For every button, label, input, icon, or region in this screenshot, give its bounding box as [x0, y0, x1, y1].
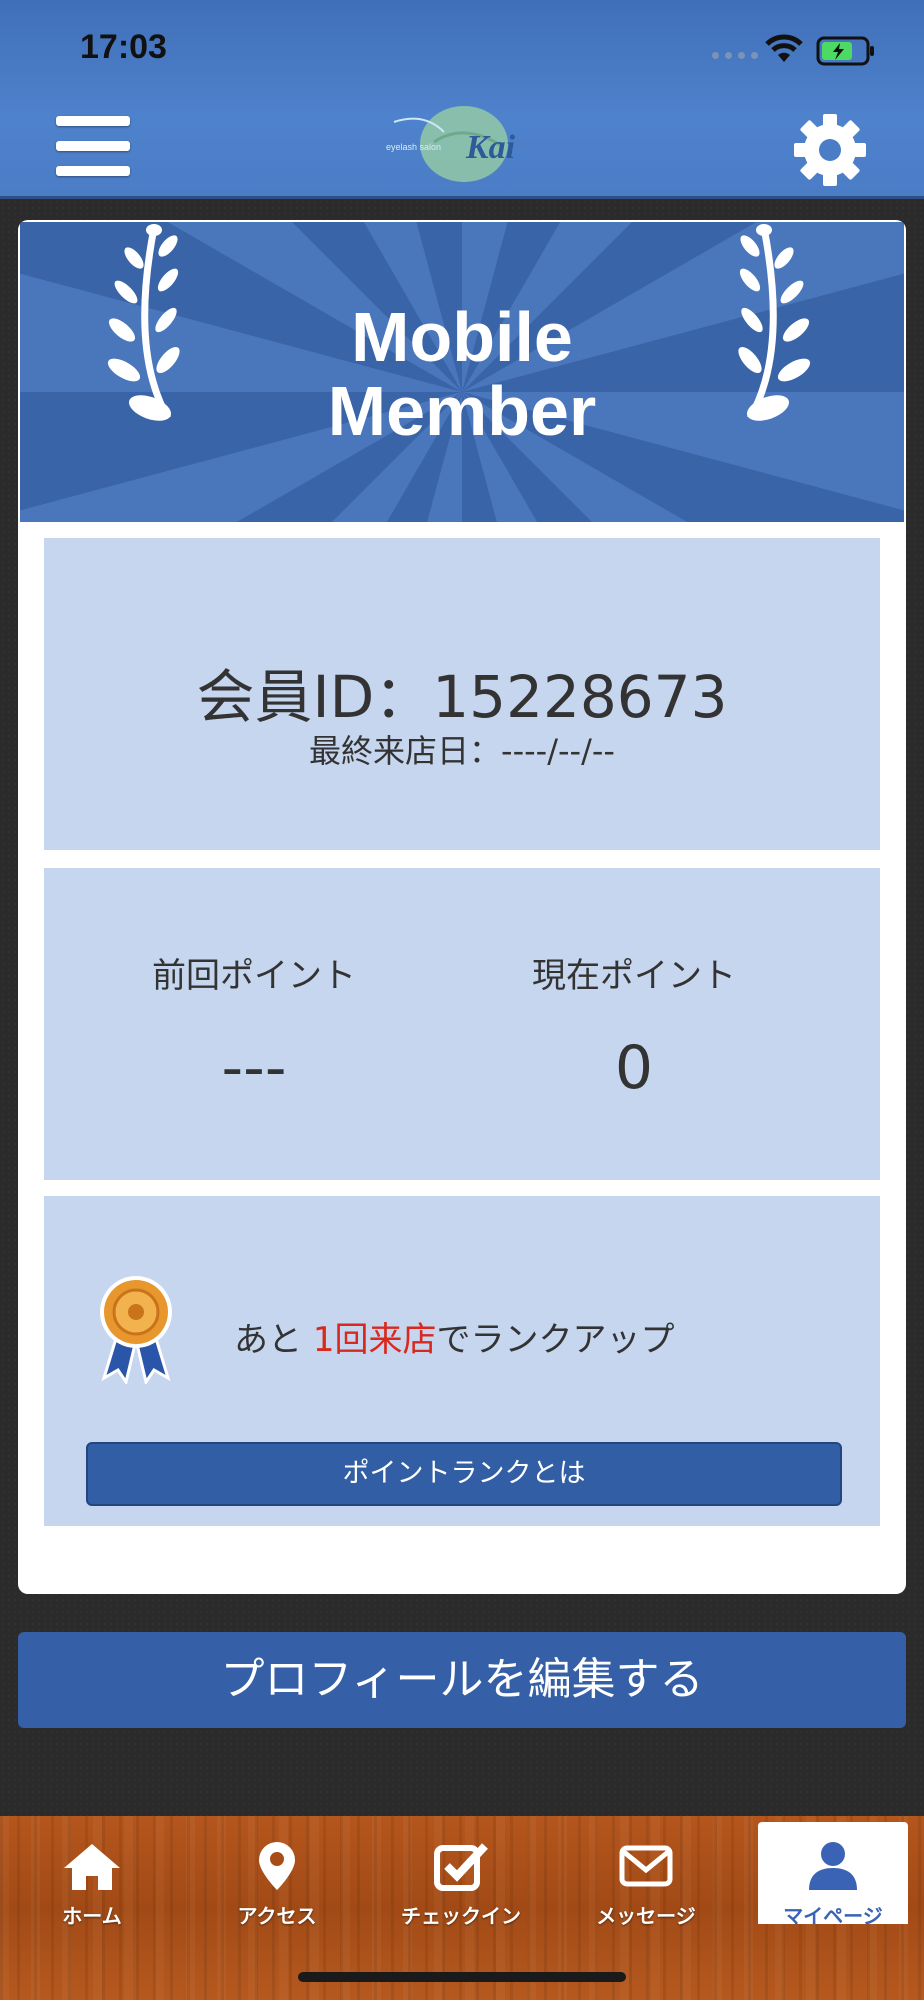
current-points: 現在ポイント 0: [444, 948, 824, 1103]
current-points-value: 0: [614, 1033, 654, 1103]
mobile-member-banner: Mobile Member: [20, 222, 904, 522]
tab-home[interactable]: ホーム: [17, 1822, 167, 1942]
battery-icon: [816, 36, 874, 66]
tab-mypage-label: マイページ: [783, 1904, 883, 1928]
map-pin-icon: [259, 1842, 295, 1890]
home-indicator: [298, 1972, 626, 1982]
hamburger-menu-icon[interactable]: [56, 116, 130, 180]
settings-gear-icon[interactable]: [790, 110, 870, 190]
salon-logo: eyelash salon Kai: [386, 106, 516, 182]
app-header: 17:03 eyelash salon Kai: [0, 0, 924, 199]
tab-message-label: メッセージ: [596, 1904, 696, 1928]
point-rank-info-button[interactable]: ポイントランクとは: [86, 1442, 842, 1506]
laurel-right-icon: [738, 224, 811, 421]
rank-visits-remaining: 1回来店: [312, 1320, 437, 1360]
svg-text:eyelash salon: eyelash salon: [386, 142, 441, 152]
previous-points: 前回ポイント ---: [64, 948, 444, 1103]
tab-message[interactable]: メッセージ: [571, 1822, 721, 1942]
points-panel: 前回ポイント --- 現在ポイント 0: [44, 868, 880, 1180]
last-visit-date: 最終来店日：----/--/--: [309, 732, 615, 770]
tab-access-label: アクセス: [237, 1904, 317, 1928]
current-points-label: 現在ポイント: [532, 956, 736, 996]
edit-profile-button[interactable]: プロフィールを編集する: [18, 1632, 906, 1728]
member-id-panel: 会員ID：15228673 最終来店日：----/--/--: [44, 538, 880, 850]
svg-text:Kai: Kai: [465, 129, 516, 166]
status-time: 17:03: [80, 28, 167, 66]
rank-text-after: でランクアップ: [436, 1320, 675, 1360]
checkin-icon: [434, 1843, 488, 1891]
cellular-signal-icon: [712, 52, 758, 59]
member-card: Mobile Member 会員ID：15228673 最終来店日：----/-…: [18, 220, 906, 1594]
rank-text-before: あと: [234, 1320, 313, 1360]
member-id: 会員ID：15228673: [196, 663, 728, 731]
wifi-icon: [765, 34, 803, 62]
previous-points-value: ---: [221, 1033, 287, 1103]
previous-points-label: 前回ポイント: [152, 956, 356, 996]
tab-checkin-label: チェックイン: [401, 1904, 521, 1928]
tab-checkin[interactable]: チェックイン: [386, 1822, 536, 1942]
rank-up-message: あと 1回来店でランクアップ: [234, 1312, 674, 1361]
envelope-icon: [619, 1845, 673, 1887]
bronze-medal-icon: [100, 1276, 172, 1384]
user-icon: [809, 1842, 857, 1890]
tab-home-label: ホーム: [62, 1904, 122, 1928]
tab-access[interactable]: アクセス: [202, 1822, 352, 1942]
home-icon: [64, 1844, 120, 1890]
tab-mypage[interactable]: マイページ: [758, 1822, 908, 1928]
rank-panel: あと 1回来店でランクアップ ポイントランクとは: [44, 1196, 880, 1526]
